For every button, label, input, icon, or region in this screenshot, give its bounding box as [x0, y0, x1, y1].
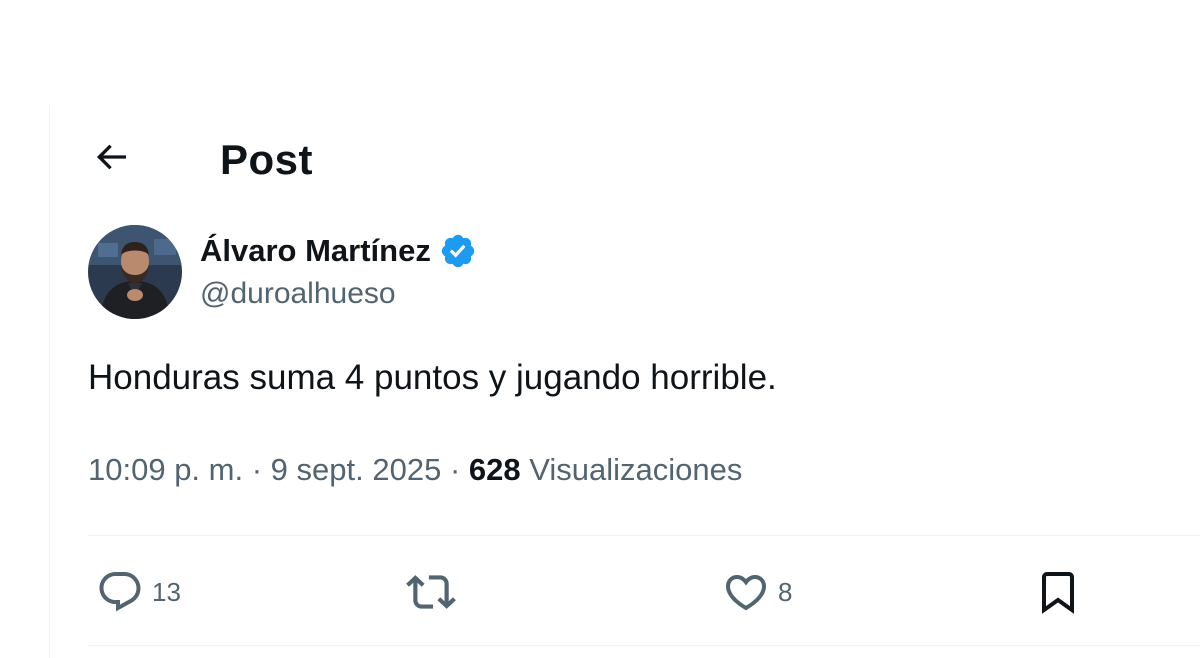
meta-separator: · [449, 452, 461, 487]
divider [88, 535, 1200, 536]
post-page: Post Álvaro Martínez @duroalhueso Hondur… [0, 0, 1200, 658]
post-author: Álvaro Martínez @duroalhueso [88, 225, 477, 319]
arrow-left-icon [96, 144, 126, 170]
bookmark-button[interactable] [1034, 560, 1082, 624]
author-name[interactable]: Álvaro Martínez [200, 233, 431, 269]
meta-separator: · [251, 452, 263, 487]
like-button[interactable]: 8 [722, 560, 792, 624]
post-text: Honduras suma 4 puntos y jugando horribl… [88, 358, 777, 397]
views-count: 628 [468, 452, 521, 487]
page-title: Post [220, 136, 314, 183]
avatar[interactable] [88, 225, 182, 319]
bookmark-icon [1042, 572, 1074, 614]
post-date[interactable]: 9 sept. 2025 [271, 452, 442, 487]
reply-count: 13 [152, 576, 181, 607]
divider [88, 645, 1200, 646]
post-time[interactable]: 10:09 p. m. [88, 452, 243, 487]
back-button[interactable] [88, 134, 134, 180]
reply-button[interactable]: 13 [96, 560, 181, 624]
author-handle[interactable]: @duroalhueso [200, 277, 477, 311]
reply-icon [99, 572, 141, 612]
author-info: Álvaro Martínez @duroalhueso [200, 229, 477, 311]
name-row: Álvaro Martínez [200, 229, 477, 273]
like-count: 8 [778, 576, 793, 607]
verified-badge-icon[interactable] [439, 232, 477, 270]
action-bar: 13 8 [88, 560, 1200, 624]
column-border [49, 105, 50, 658]
post-header: Post [88, 130, 313, 184]
post-metadata: 10:09 p. m. · 9 sept. 2025 · 628 Visuali… [88, 452, 742, 488]
views-label: Visualizaciones [529, 452, 743, 487]
heart-icon [725, 575, 767, 611]
repost-icon [406, 575, 456, 609]
repost-button[interactable] [406, 560, 456, 624]
